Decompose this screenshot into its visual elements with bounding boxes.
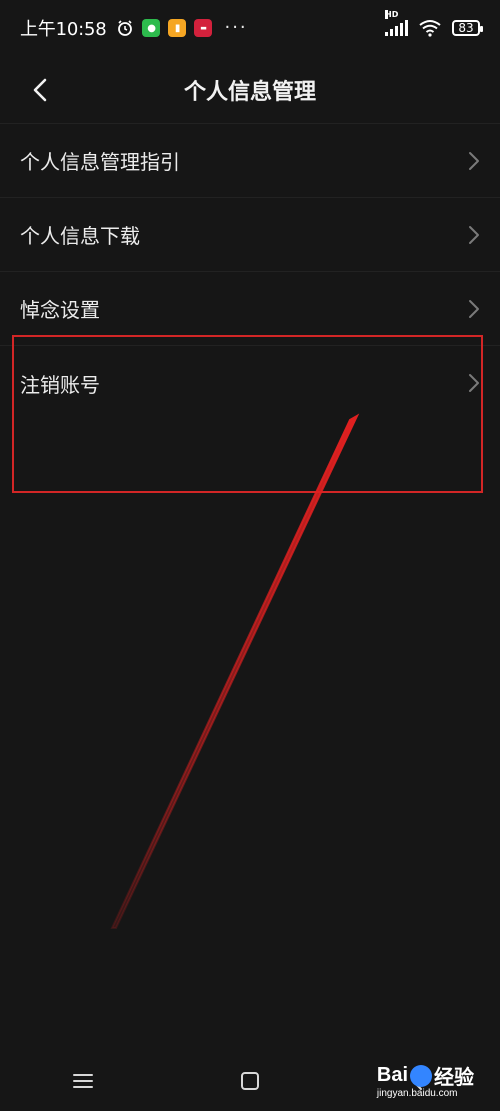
- watermark-brand-suffix: 经验: [434, 1067, 474, 1089]
- page-title: 个人信息管理: [183, 79, 316, 105]
- chevron-right-icon: [469, 374, 479, 392]
- wechat-icon: ●: [142, 19, 161, 37]
- status-time: 上午10:58: [20, 19, 107, 40]
- alarm-clock-icon: [118, 20, 133, 36]
- network-label: HD: [385, 10, 399, 19]
- battery-icon: 83: [452, 20, 483, 36]
- watermark-logo: Bai 经验: [377, 1061, 474, 1090]
- chevron-right-icon: [469, 299, 479, 318]
- status-right: HD 83: [385, 10, 483, 37]
- status-left: 上午10:58 ● ▮ ▬ ···: [20, 15, 248, 41]
- watermark-url: jingyan.baidu.com: [376, 1088, 458, 1099]
- wifi-icon: [419, 20, 441, 37]
- list-item-label: 个人信息下载: [20, 224, 140, 248]
- chevron-left-icon: [33, 78, 47, 102]
- battery-level: 83: [458, 21, 474, 35]
- red-app-icon: ▬: [194, 19, 213, 37]
- paw-icon: [410, 1064, 432, 1087]
- home-icon: [240, 1072, 259, 1090]
- recent-apps-button[interactable]: [63, 1061, 103, 1101]
- header: 个人信息管理: [0, 56, 500, 124]
- settings-list: 个人信息管理指引 个人信息下载 悼念设置 注销账号: [0, 124, 500, 420]
- list-item-label: 个人信息管理指引: [20, 150, 180, 174]
- list-item-label: 悼念设置: [20, 298, 100, 322]
- more-notifications-icon: ···: [224, 17, 248, 38]
- list-item-personal-info-download[interactable]: 个人信息下载: [0, 198, 500, 272]
- back-button[interactable]: [26, 70, 54, 110]
- notes-app-icon: ▮: [168, 19, 187, 37]
- list-item-label: 注销账号: [20, 372, 100, 397]
- status-icons-left: ● ▮ ▬ ···: [116, 19, 247, 37]
- list-item-memorial-settings[interactable]: 悼念设置: [0, 272, 500, 346]
- home-button[interactable]: [230, 1061, 270, 1101]
- menu-icon: [73, 1074, 94, 1088]
- chevron-right-icon: [469, 151, 479, 170]
- list-item-personal-info-guide[interactable]: 个人信息管理指引: [0, 124, 500, 198]
- watermark-brand: Bai: [376, 1064, 408, 1086]
- status-bar: 上午10:58 ● ▮ ▬ ··· HD 83: [0, 0, 500, 56]
- list-item-delete-account[interactable]: 注销账号: [0, 346, 500, 420]
- watermark: Bai 经验 jingyan.baidu.com: [377, 1061, 474, 1099]
- chevron-right-icon: [469, 225, 479, 244]
- signal-strength-icon: HD: [385, 10, 408, 36]
